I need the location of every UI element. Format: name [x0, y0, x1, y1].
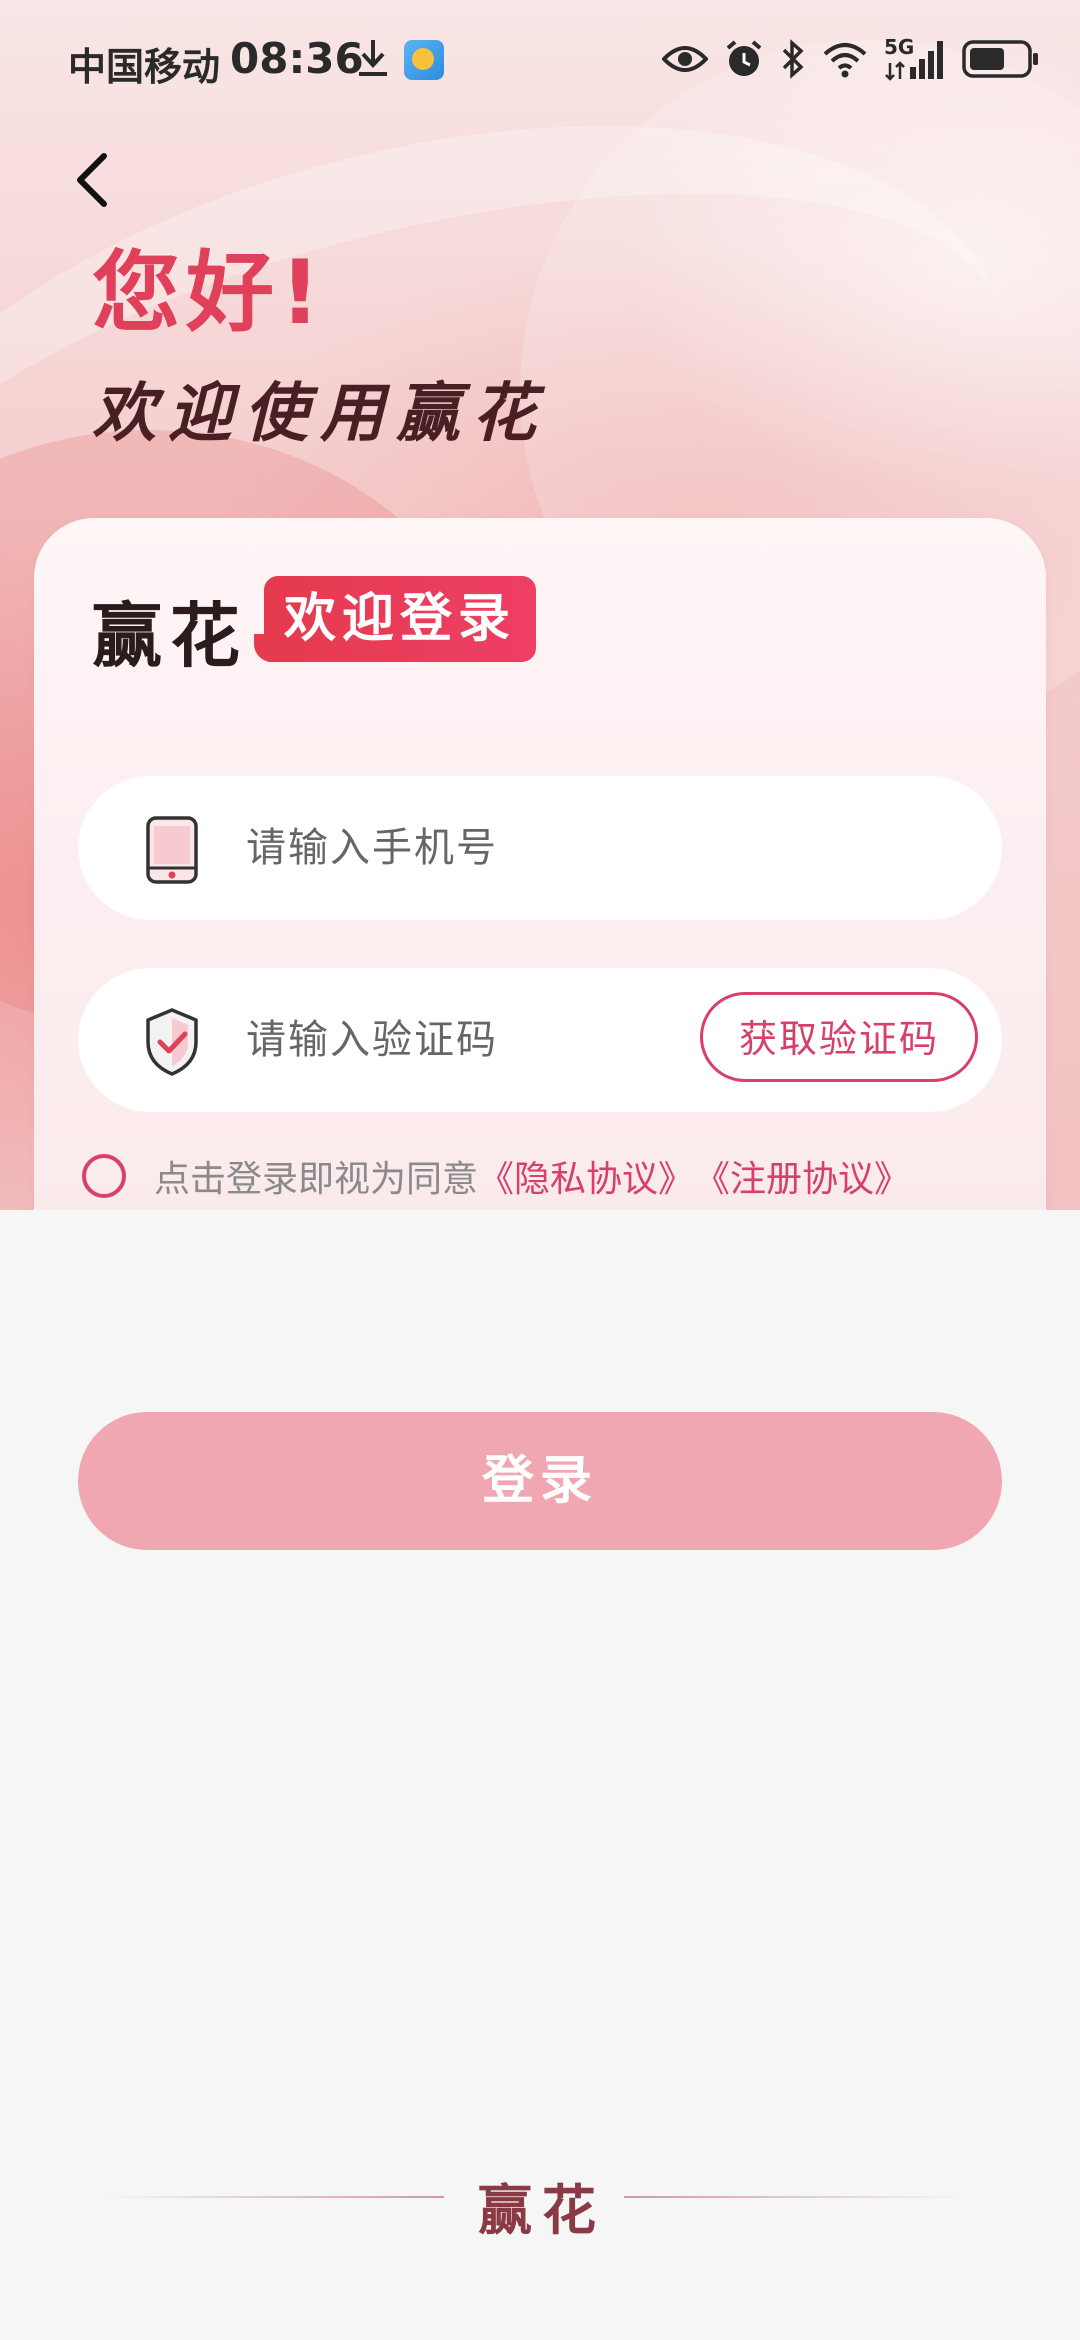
- bluetooth-icon: [782, 39, 804, 79]
- agreement-row: 点击登录即视为同意 《隐私协议》 《注册协议》: [82, 1146, 910, 1206]
- carrier-label: 中国移动: [68, 45, 221, 89]
- phone-field[interactable]: 请输入手机号: [78, 776, 1002, 920]
- get-code-button[interactable]: 获取验证码: [700, 992, 978, 1082]
- status-bar: 中国移动 08:36 5G: [0, 0, 1080, 120]
- battery-icon: [962, 40, 1038, 78]
- divider: [624, 2196, 964, 2198]
- login-button[interactable]: 登录: [78, 1412, 1002, 1550]
- wifi-icon: [823, 43, 867, 78]
- phone-input[interactable]: 请输入手机号: [246, 776, 498, 920]
- eye-icon: [662, 46, 708, 72]
- download-icon: [359, 40, 387, 76]
- agreement-text: 点击登录即视为同意: [154, 1159, 479, 1200]
- clock: 08:36: [230, 34, 364, 83]
- footer-brand: 赢花: [478, 2179, 606, 2242]
- privacy-policy-link[interactable]: 《隐私协议》: [478, 1150, 694, 1202]
- phone-icon: [146, 816, 198, 884]
- code-field[interactable]: 请输入验证码 获取验证码: [78, 968, 1002, 1112]
- agreement-radio[interactable]: [82, 1154, 126, 1198]
- register-agreement-link[interactable]: 《注册协议》: [694, 1150, 910, 1202]
- weather-app-icon: [404, 40, 444, 80]
- greeting-title: 您好!: [92, 241, 327, 344]
- alarm-icon: [726, 40, 762, 76]
- verification-code-input[interactable]: 请输入验证码: [246, 968, 498, 1112]
- divider: [104, 2196, 444, 2198]
- welcome-login-tag: 欢迎登录: [254, 576, 536, 662]
- cellular-signal-icon: 5G: [884, 35, 946, 81]
- shield-check-icon: [146, 1008, 198, 1076]
- brand-name: 赢花: [92, 595, 248, 677]
- back-arrow-icon[interactable]: [68, 150, 118, 210]
- welcome-subtitle: 欢迎使用赢花: [92, 377, 548, 451]
